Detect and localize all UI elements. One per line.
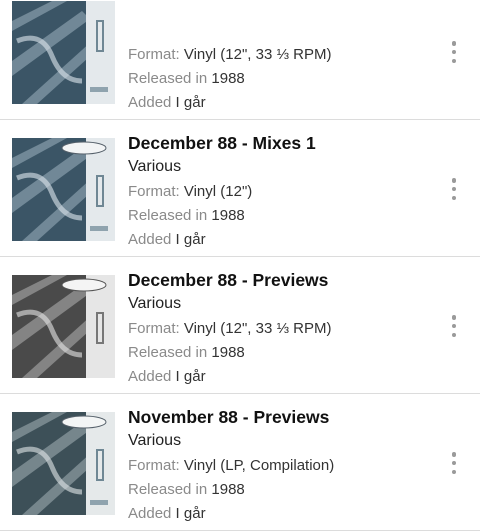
release-artist: Various <box>128 295 182 312</box>
release-year: Released in 1988 <box>128 70 245 87</box>
release-added: Added I går <box>128 368 206 385</box>
release-format: Format: Vinyl (12") <box>128 183 253 200</box>
release-added: Added I går <box>128 94 206 111</box>
release-added: Added I går <box>128 505 206 522</box>
release-artist <box>128 18 430 43</box>
release-format: Format: Vinyl (12", 33 ⅓ RPM) <box>128 320 332 337</box>
release-item[interactable]: November 88 - Previews Various Format: V… <box>0 394 480 531</box>
release-title: December 88 - Mixes 1 <box>128 133 316 153</box>
release-added: Added I går <box>128 231 206 248</box>
release-year: Released in 1988 <box>128 207 245 224</box>
release-title: November 88 - Previews <box>128 407 330 427</box>
more-options-icon[interactable] <box>446 176 462 202</box>
release-year: Released in 1988 <box>128 481 245 498</box>
release-title <box>128 0 430 18</box>
release-format: Format: Vinyl (12", 33 ⅓ RPM) <box>128 46 332 63</box>
album-cover[interactable] <box>12 1 115 104</box>
release-title: December 88 - Previews <box>128 270 329 290</box>
more-options-icon[interactable] <box>446 450 462 476</box>
release-format: Format: Vinyl (LP, Compilation) <box>128 457 335 474</box>
release-list: Format: Vinyl (12", 33 ⅓ RPM) Released i… <box>0 0 480 531</box>
album-cover[interactable] <box>12 138 115 241</box>
release-artist: Various <box>128 432 182 449</box>
release-item[interactable]: Format: Vinyl (12", 33 ⅓ RPM) Released i… <box>0 0 480 120</box>
release-item[interactable]: December 88 - Previews Various Format: V… <box>0 257 480 394</box>
more-options-icon[interactable] <box>446 39 462 65</box>
album-cover[interactable] <box>12 275 115 378</box>
release-artist: Various <box>128 158 182 175</box>
more-options-icon[interactable] <box>446 313 462 339</box>
release-item[interactable]: December 88 - Mixes 1 Various Format: Vi… <box>0 120 480 257</box>
release-year: Released in 1988 <box>128 344 245 361</box>
album-cover[interactable] <box>12 412 115 515</box>
